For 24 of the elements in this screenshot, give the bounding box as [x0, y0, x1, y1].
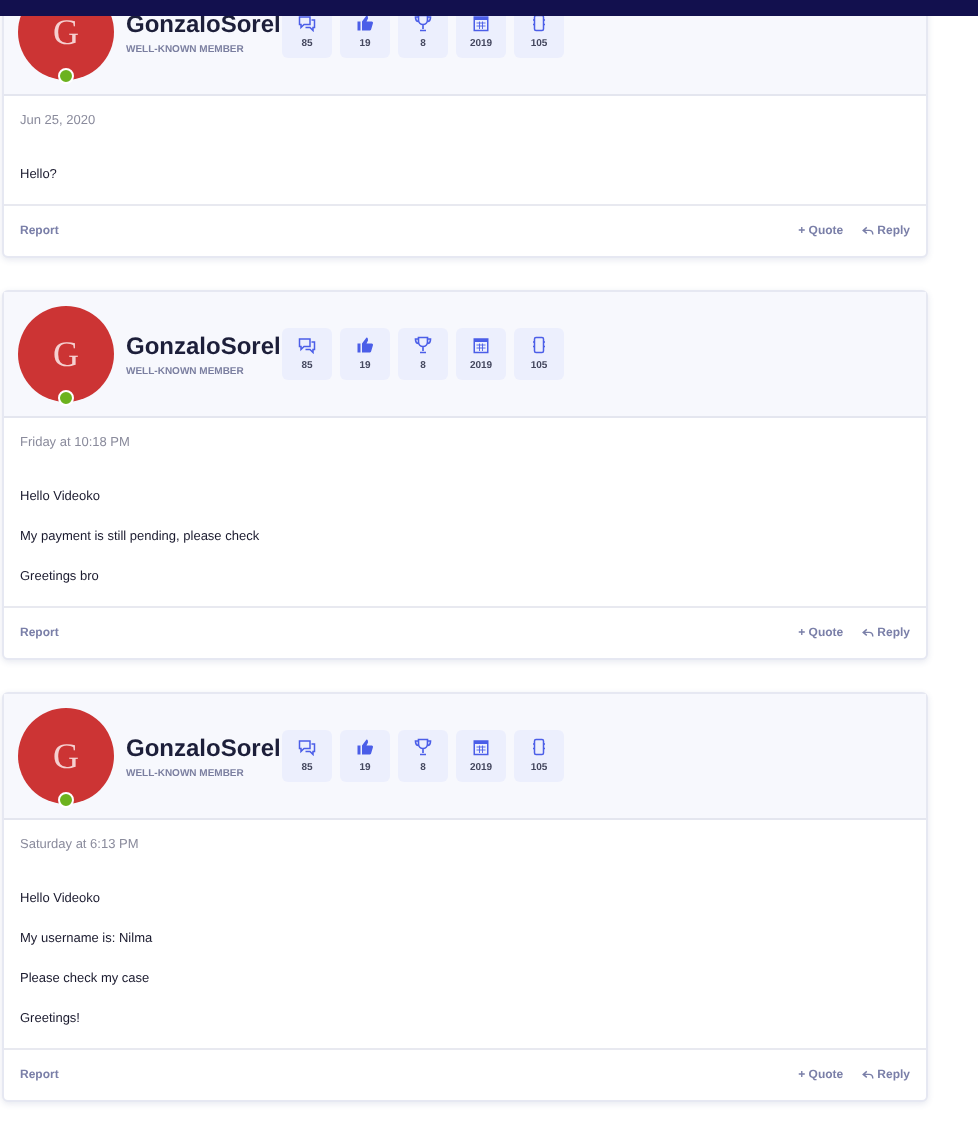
reply-icon [861, 628, 874, 638]
phone-icon [530, 738, 548, 756]
calendar-icon [472, 336, 490, 354]
avatar-initial: G [53, 336, 79, 372]
messages-icon [298, 336, 316, 354]
trophy-icon [414, 336, 432, 354]
calendar-icon [472, 738, 490, 756]
thumbs-up-icon [356, 14, 374, 32]
trophy-icon [414, 14, 432, 32]
avatar-initial: G [53, 14, 79, 50]
thumbs-up-icon [356, 738, 374, 756]
reply-icon [861, 226, 874, 236]
reply-icon [861, 1070, 874, 1080]
phone-icon [530, 14, 548, 32]
messages-icon [298, 738, 316, 756]
trophy-icon [414, 738, 432, 756]
thumbs-up-icon [356, 336, 374, 354]
username-link[interactable]: GonzaloSorel [126, 733, 282, 761]
username-link[interactable]: GonzaloSorel [126, 331, 282, 359]
phone-icon [530, 336, 548, 354]
messages-icon [298, 14, 316, 32]
avatar-initial: G [53, 738, 79, 774]
calendar-icon [472, 14, 490, 32]
username-link[interactable]: GonzaloSorel [126, 9, 282, 37]
